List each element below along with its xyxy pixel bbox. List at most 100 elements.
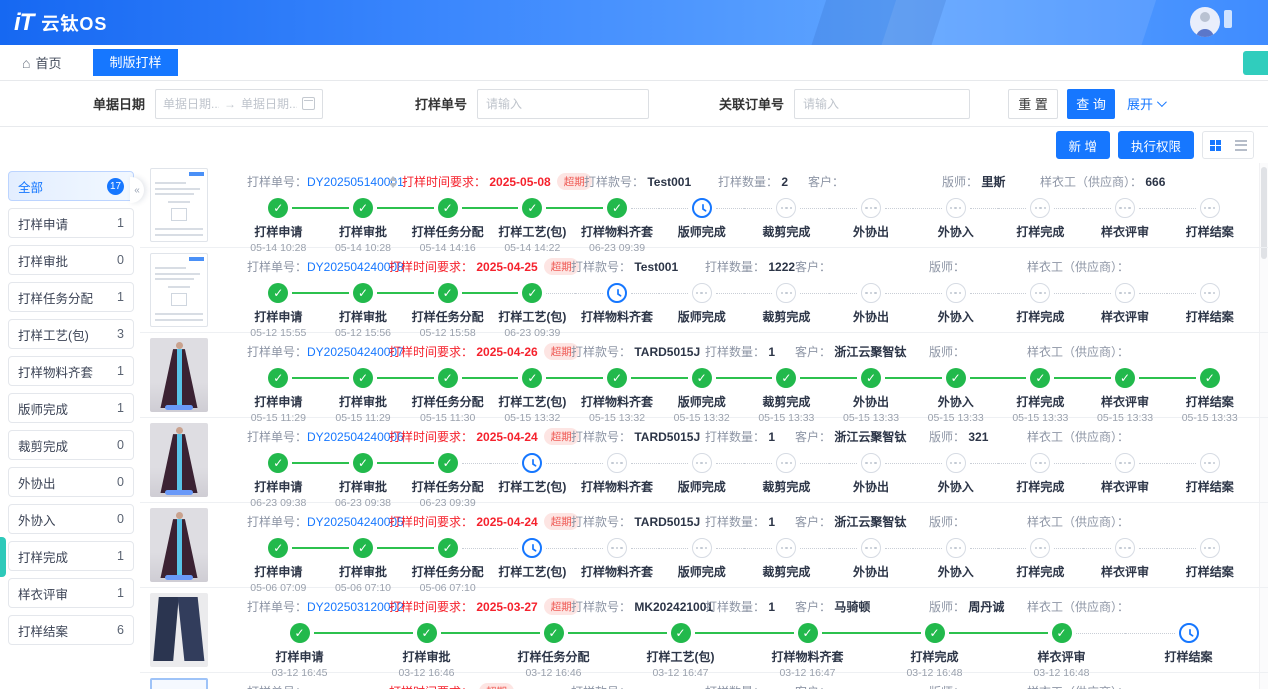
stage-done-check-icon: ✓ (544, 623, 564, 643)
timeline-stage: ✓打样审批06-23 09:38 (321, 453, 406, 509)
stage-name: 打样物料齐套 (575, 478, 660, 495)
timeline-stage: 裁剪完成 (744, 538, 829, 594)
pattern-maker-field-label: 版师： (929, 258, 965, 275)
pattern-maker-field-label: 版师： (929, 598, 965, 615)
garment-thumbnail[interactable] (150, 168, 208, 242)
sidebar-item-1[interactable]: 打样申请1 (8, 208, 134, 238)
expand-link[interactable]: 展开 (1127, 94, 1164, 113)
sidebar-item-label: 打样任务分配 (18, 288, 93, 307)
search-button[interactable]: 查 询 (1067, 89, 1115, 119)
quick-widget-button[interactable] (1243, 51, 1268, 75)
order-no-label: 打样单号： (247, 343, 307, 360)
reset-button[interactable]: 重 置 (1008, 89, 1058, 119)
stage-pending-dots-icon (1200, 283, 1220, 303)
related-order-input[interactable] (794, 89, 970, 119)
garment-thumbnail[interactable] (150, 678, 208, 689)
stage-done-check-icon: ✓ (353, 538, 373, 558)
timeline-stage: ✓打样物料齐套03-12 16:47 (744, 623, 871, 679)
stage-done-check-icon: ✓ (1030, 368, 1050, 388)
sidebar-item-4[interactable]: 打样工艺(包)3 (8, 319, 134, 349)
stage-connector (321, 547, 349, 549)
stage-done-check-icon: ✓ (438, 198, 458, 218)
order-no-field: 打样单号： (247, 683, 389, 689)
stage-done-check-icon: ✓ (353, 198, 373, 218)
stage-connector (1054, 293, 1082, 294)
stage-name: 裁剪完成 (744, 393, 829, 410)
time-requirement-field: 打样时间要求：超期 (389, 683, 571, 689)
stage-done-check-icon: ✓ (438, 453, 458, 473)
sidebar-item-10[interactable]: 打样完成1 (8, 541, 134, 571)
stage-done-check-icon: ✓ (268, 368, 288, 388)
sample-order-input[interactable] (477, 89, 649, 119)
avatar-person-icon (1196, 29, 1214, 37)
garment-thumbnail[interactable] (150, 338, 208, 412)
sidebar-item-0[interactable]: 全部17 (8, 171, 134, 201)
stage-connector (998, 463, 1026, 464)
garment-thumbnail[interactable] (150, 508, 208, 582)
stage-name: 外协出 (829, 563, 914, 580)
sidebar-item-6[interactable]: 版师完成1 (8, 393, 134, 423)
sidebar-count: 0 (117, 438, 124, 452)
sidebar-count: 1 (117, 549, 124, 563)
stage-current-clock-icon (692, 198, 712, 218)
header-photo-deco (807, 0, 950, 45)
sidebar-item-3[interactable]: 打样任务分配1 (8, 282, 134, 312)
execute-permission-button[interactable]: 执行权限 (1118, 131, 1194, 159)
timeline-stage: 版师完成 (659, 198, 744, 254)
stage-connector (631, 293, 659, 294)
sidebar-item-9[interactable]: 外协入0 (8, 504, 134, 534)
sidebar-item-7[interactable]: 裁剪完成0 (8, 430, 134, 460)
stage-connector (441, 632, 491, 634)
stage-pending-dots-icon (1200, 198, 1220, 218)
time-requirement-field: 打样时间要求： 2025-05-08超期 (402, 173, 584, 190)
garment-thumbnail[interactable] (150, 253, 208, 327)
stage-connector (377, 292, 405, 294)
stage-done-check-icon: ✓ (798, 623, 818, 643)
timeline-stage: 打样物料齐套 (575, 283, 660, 339)
side-quick-widget[interactable] (0, 537, 6, 577)
stage-connector (462, 463, 490, 464)
list-view-button[interactable] (1228, 132, 1253, 158)
time-requirement-field-label: 打样时间要求： (389, 343, 473, 360)
stage-name: 裁剪完成 (744, 478, 829, 495)
sidebar-item-11[interactable]: 样衣评审1 (8, 578, 134, 608)
stage-connector (949, 632, 999, 634)
sidebar-item-8[interactable]: 外协出0 (8, 467, 134, 497)
add-button[interactable]: 新 增 (1056, 131, 1110, 159)
view-toggle (1202, 131, 1254, 159)
stage-connector (490, 548, 518, 549)
timeline-stage: 样衣评审 (1083, 453, 1168, 509)
timeline-stage: ✓打样审批05-15 11:29 (321, 368, 406, 424)
stage-name: 打样申请 (236, 393, 321, 410)
garment-thumbnail[interactable] (150, 593, 208, 667)
sort-carets[interactable] (389, 176, 397, 188)
garment-thumbnail[interactable] (150, 423, 208, 497)
order-no-field: 打样单号：DY202503120002 (247, 598, 389, 615)
date-start-placeholder[interactable]: 单据日期... (163, 95, 219, 112)
quantity-field-label: 打样数量： (705, 683, 765, 689)
time-requirement-field-value: 2025-04-25 (473, 260, 538, 274)
pattern-maker-field-value: 周丹诚 (965, 598, 1004, 615)
style-no-field-value: Test001 (644, 175, 691, 189)
header-photo-deco (1224, 10, 1232, 28)
stage-pending-dots-icon (776, 538, 796, 558)
stage-connector (970, 208, 998, 209)
timeline-stage: 裁剪完成 (744, 198, 829, 254)
tab-home-label: 首页 (35, 53, 61, 72)
sidebar-item-5[interactable]: 打样物料齐套1 (8, 356, 134, 386)
tab-pattern-sampling[interactable]: 制版打样 (93, 49, 177, 76)
date-end-placeholder[interactable]: 单据日期... (241, 95, 297, 112)
tab-home[interactable]: ⌂ 首页 (22, 53, 61, 72)
card-view-button[interactable] (1203, 132, 1228, 158)
stage-connector (871, 632, 921, 634)
user-avatar[interactable] (1190, 7, 1220, 37)
stage-current-clock-icon (522, 538, 542, 558)
sidebar-item-12[interactable]: 打样结案6 (8, 615, 134, 645)
style-no-field: 打样款号： TARD5015J (571, 513, 705, 530)
sidebar-item-2[interactable]: 打样审批0 (8, 245, 134, 275)
date-range-input[interactable]: 单据日期... → 单据日期... (155, 89, 323, 119)
collapse-chevrons-icon: « (134, 185, 140, 196)
order-no-label: 打样单号： (247, 173, 307, 190)
timeline-stage: 打样完成 (998, 283, 1083, 339)
stage-connector (546, 207, 574, 209)
